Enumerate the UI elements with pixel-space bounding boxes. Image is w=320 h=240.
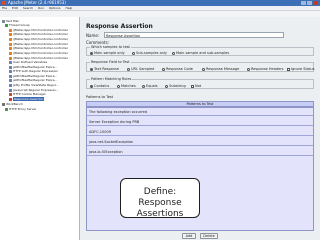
workbench-icon: [2, 102, 5, 106]
assertion-icon: [9, 97, 12, 101]
minimize-button[interactable]: [301, 1, 306, 5]
rule-not-checkbox[interactable]: Not: [191, 84, 201, 88]
test-plan-tree: Test Plan Thread Group /JMeter/app.htm/C…: [0, 17, 80, 240]
scope-sub-only[interactable]: Sub-samples only: [132, 51, 167, 55]
pattern-row[interactable]: ADFC-10009: [87, 128, 313, 136]
matching-rules-group: Pattern Matching Rules Contains Matches …: [86, 77, 314, 89]
radio-icon: [127, 67, 130, 71]
field-response-message[interactable]: Response Message: [202, 67, 239, 71]
sampler-icon: [9, 32, 12, 36]
tree-node-thread-group[interactable]: Thread Group: [5, 23, 30, 27]
extractor-icon: [9, 69, 12, 73]
extractor-icon: [9, 78, 12, 82]
radio-icon: [165, 84, 168, 88]
assertion-panel: Response Assertion Name: Response Assert…: [80, 17, 320, 240]
add-button[interactable]: Add: [182, 233, 196, 239]
tree-node-config[interactable]: User Defined Variables: [9, 60, 47, 64]
sample-scope-group: Which samples to test Main sample only S…: [86, 45, 314, 56]
thread-group-icon: [5, 23, 8, 27]
pattern-row[interactable]: Server Exception during PRB: [87, 118, 313, 126]
tree-node-proxy[interactable]: HTTP Proxy Server: [5, 107, 37, 111]
checkbox-icon: [287, 67, 290, 71]
checkbox-icon: [191, 84, 194, 88]
extractor-icon: [9, 83, 12, 87]
tree-node-response-assertion[interactable]: Response Assertion: [9, 97, 45, 101]
tree-node-sampler[interactable]: /JMeter/app.htm/Controller.controller: [9, 37, 68, 41]
menu-file[interactable]: File: [2, 6, 7, 10]
cookie-manager-icon: [9, 92, 12, 96]
rule-contains[interactable]: Contains: [90, 84, 109, 88]
radio-icon: [132, 51, 135, 55]
callout-line-2: Response Assertions: [136, 198, 184, 219]
radio-icon: [162, 67, 165, 71]
ignore-status-checkbox[interactable]: Ignore Status: [287, 67, 314, 71]
tree-node-cookie-manager[interactable]: HTTP Cookie Manager: [9, 92, 46, 96]
tree-node-sampler[interactable]: /JMeter/app.htm/Controller.controller: [9, 32, 68, 36]
tree-node-sampler[interactable]: /JMeter/app.htm/Controller.controller: [9, 46, 68, 50]
field-to-test-legend: Response Field to Test: [90, 60, 131, 64]
menu-help[interactable]: Help: [66, 6, 73, 10]
radio-icon: [142, 84, 145, 88]
sampler-icon: [9, 46, 12, 50]
proxy-icon: [5, 107, 8, 111]
radio-selected-icon: [90, 84, 93, 88]
field-response-code[interactable]: Response Code: [162, 67, 193, 71]
menu-options[interactable]: Options: [49, 6, 61, 10]
close-button[interactable]: [313, 1, 318, 5]
name-label: Name:: [86, 33, 100, 38]
config-icon: [9, 60, 12, 64]
rule-matches[interactable]: Matches: [117, 84, 136, 88]
menu-edit[interactable]: Edit: [12, 6, 18, 10]
radio-selected-icon: [90, 67, 93, 71]
pattern-row[interactable]: java.io.IOException: [87, 148, 313, 156]
panel-title: Response Assertion: [86, 23, 153, 30]
annotation-callout: Define: Response Assertions: [120, 178, 200, 219]
sample-scope-legend: Which samples to test: [90, 45, 131, 49]
pattern-row[interactable]: The following exception occurred: [87, 108, 313, 116]
sampler-icon: [9, 37, 12, 41]
delete-button[interactable]: Delete: [200, 233, 218, 239]
scope-main-and-sub[interactable]: Main sample and sub-samples: [172, 51, 229, 55]
tree-node-extractor[interactable]: jetProfileAfterRegular Expre...: [9, 78, 57, 82]
tree-node-sampler[interactable]: /JMeter/app.htm/Controller.controller: [9, 51, 68, 55]
field-to-test-group: Response Field to Test Text Response URL…: [86, 60, 314, 72]
tree-node-extractor[interactable]: Jetty Profile ViewState Regul...: [9, 83, 58, 87]
pattern-row[interactable]: java.net.SocketException: [87, 138, 313, 146]
radio-icon: [172, 51, 175, 55]
radio-selected-icon: [90, 51, 93, 55]
radio-icon: [202, 67, 205, 71]
radio-icon: [247, 67, 250, 71]
rule-substring[interactable]: Substring: [165, 84, 186, 88]
name-input[interactable]: Response Assertion: [104, 32, 284, 38]
tree-node-extractor[interactable]: HTTP auth Regular Expression: [9, 69, 58, 73]
matching-rules-legend: Pattern Matching Rules: [90, 77, 133, 81]
menu-search[interactable]: Search: [23, 6, 33, 10]
rule-equals[interactable]: Equals: [142, 84, 158, 88]
tree-node-workbench[interactable]: WorkBench: [2, 102, 23, 106]
jmeter-app-icon: [2, 1, 6, 5]
radio-icon: [117, 84, 120, 88]
sampler-icon: [9, 51, 12, 55]
window-controls: [301, 1, 318, 5]
field-response-headers[interactable]: Response Headers: [247, 67, 284, 71]
field-text-response[interactable]: Text Response: [90, 67, 119, 71]
field-url-sampled[interactable]: URL Sampled: [127, 67, 154, 71]
maximize-button[interactable]: [307, 1, 312, 5]
patterns-legend: Patterns to Test: [86, 95, 114, 99]
menu-run[interactable]: Run: [38, 6, 44, 10]
callout-line-1: Define:: [143, 187, 177, 197]
scope-main-only[interactable]: Main sample only: [90, 51, 125, 55]
